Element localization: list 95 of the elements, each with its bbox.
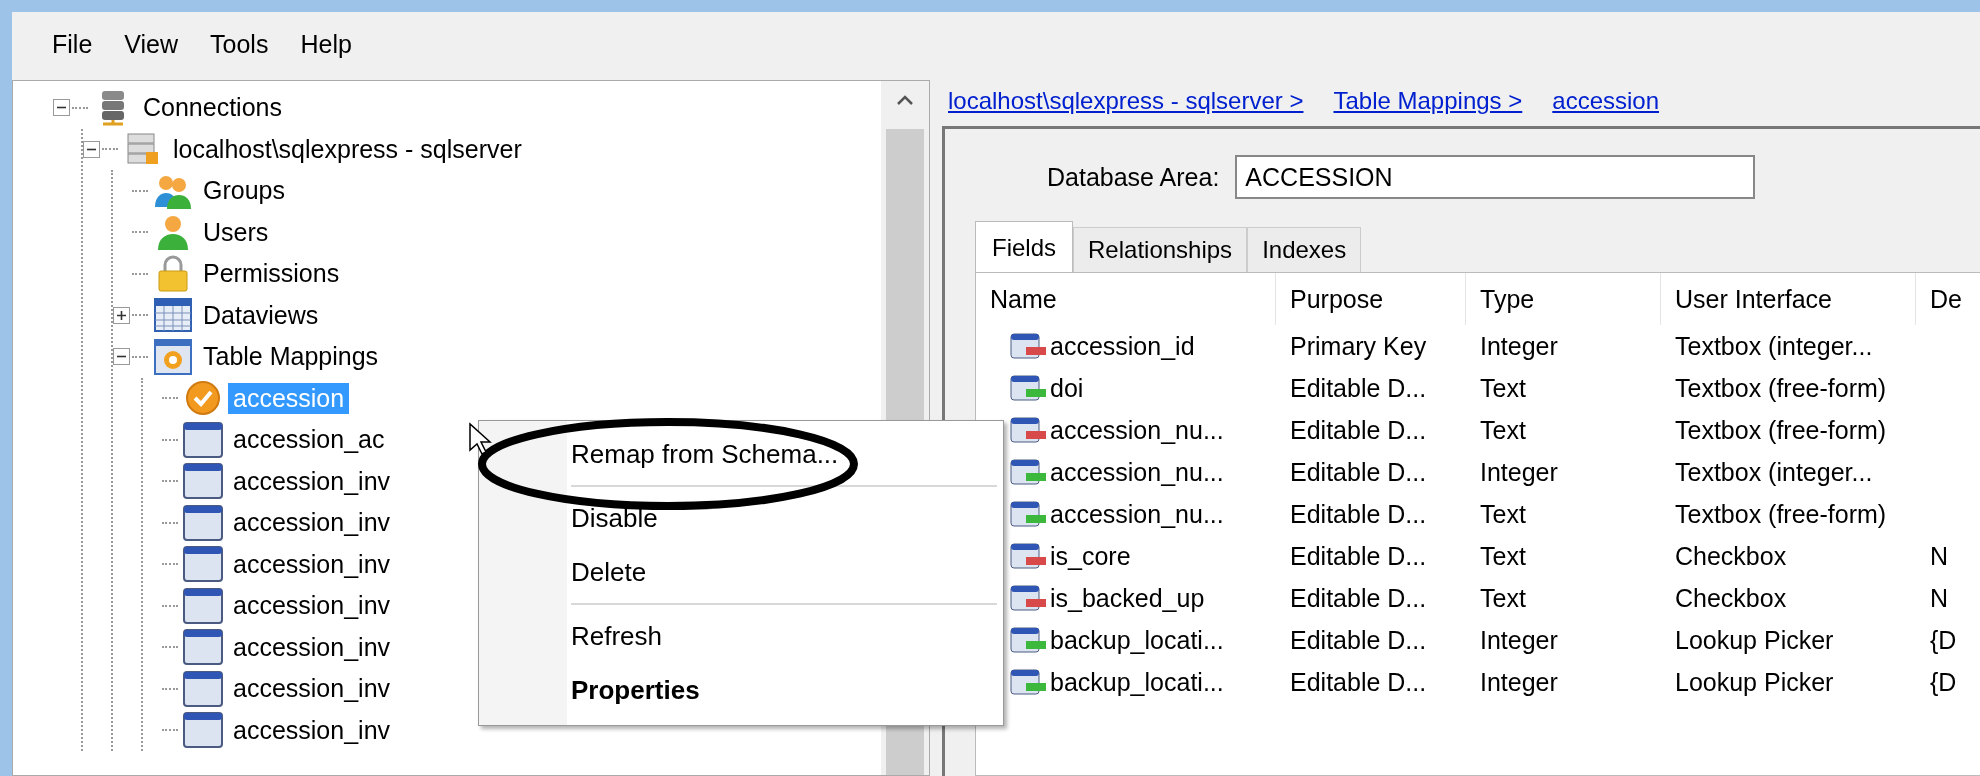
window-icon — [183, 712, 223, 749]
breadcrumb-link[interactable]: Table Mappings > — [1333, 87, 1523, 115]
table-cell-text: Editable D... — [1289, 499, 1428, 529]
tree-item[interactable]: Connections — [138, 92, 287, 124]
tree-item[interactable]: localhost\sqlexpress - sqlserver — [168, 133, 527, 165]
table-cell-text: N — [1929, 541, 1950, 571]
menu-item[interactable]: Delete — [479, 545, 1003, 599]
tree-item[interactable]: accession_ac — [228, 424, 390, 456]
table-cell-text: Textbox (integer... — [1674, 331, 1874, 361]
breadcrumb-link[interactable]: accession — [1552, 87, 1659, 115]
table-cell-text: Lookup Picker — [1674, 625, 1835, 655]
tree-item[interactable]: accession_inv — [228, 590, 396, 622]
checkmark-circle-icon — [185, 380, 221, 417]
tab[interactable]: Relationships — [1073, 227, 1248, 272]
table-cell-text: N — [1929, 583, 1950, 613]
column-header[interactable]: Purpose — [1276, 273, 1466, 325]
table-cell: backup_locati... — [1050, 667, 1224, 697]
table-cell: accession_nu... — [1050, 457, 1224, 487]
table-cell: is_backed_up — [1050, 583, 1205, 613]
table-cell-text: Textbox (free-form) — [1674, 415, 1888, 445]
table-cell-text: Text — [1479, 583, 1527, 613]
table-cell-text: {D — [1929, 667, 1958, 697]
collapse-icon[interactable] — [53, 99, 70, 117]
tab[interactable]: Fields — [975, 221, 1074, 272]
tree-item[interactable]: accession_inv — [228, 507, 396, 539]
table-cell: accession_nu... — [1050, 415, 1224, 445]
table-cell-text: Integer — [1479, 457, 1559, 487]
menu-item[interactable]: Refresh — [479, 609, 1003, 663]
window-icon — [183, 463, 223, 500]
table-cell-text: Text — [1479, 415, 1527, 445]
user-icon — [156, 214, 190, 251]
menu-item[interactable]: File — [42, 23, 115, 65]
scroll-up-icon[interactable] — [895, 93, 915, 107]
table-cell-text: {D — [1929, 625, 1958, 655]
tree-item[interactable]: accession_inv — [228, 465, 396, 497]
table-cell-text: Integer — [1479, 667, 1559, 697]
menu-item[interactable]: View — [114, 23, 201, 65]
table-cell-text: Text — [1479, 373, 1527, 403]
table-cell-text: Textbox (integer... — [1674, 457, 1874, 487]
table-cell-text: Editable D... — [1289, 583, 1428, 613]
table-cell: backup_locati... — [1050, 625, 1224, 655]
tree-item[interactable]: accession_inv — [228, 548, 396, 580]
table-cell-text: Editable D... — [1289, 667, 1428, 697]
expand-icon[interactable] — [113, 306, 130, 324]
database-area-field[interactable]: ACCESSION — [1235, 155, 1756, 199]
table-cell-text: Checkbox — [1674, 541, 1788, 571]
tree-item[interactable]: Permissions — [198, 258, 345, 290]
table-cell-text: Editable D... — [1289, 625, 1428, 655]
table-cell-text: Primary Key — [1289, 331, 1428, 361]
window-icon — [183, 587, 223, 624]
table-cell-text: Integer — [1479, 625, 1559, 655]
table-cell-text: Editable D... — [1289, 457, 1428, 487]
menu-item[interactable]: Disable — [479, 491, 1003, 545]
menu-item[interactable]: Tools — [200, 23, 291, 65]
window-icon — [183, 629, 223, 666]
column-header[interactable]: De — [1916, 273, 1980, 325]
tree-item[interactable]: accession_inv — [228, 631, 396, 663]
breadcrumb-link[interactable]: localhost\sqlexpress - sqlserver > — [948, 87, 1304, 115]
collapse-icon[interactable] — [83, 140, 100, 158]
padlock-icon — [156, 254, 190, 293]
column-header[interactable]: Type — [1466, 273, 1661, 325]
menu-item[interactable]: Help — [290, 23, 374, 65]
grid-icon — [154, 298, 192, 333]
table-cell: is_core — [1050, 541, 1131, 571]
table-cell: accession_id — [1050, 331, 1195, 361]
column-header[interactable]: User Interface — [1661, 273, 1916, 325]
window-icon — [183, 421, 223, 458]
table-cell-text: Checkbox — [1674, 583, 1788, 613]
column-header[interactable]: Name — [976, 273, 1276, 325]
table-cell-text: Textbox (free-form) — [1674, 373, 1888, 403]
table-cell-text: Text — [1479, 499, 1527, 529]
table-cell-text: Editable D... — [1289, 415, 1428, 445]
tree-item[interactable]: Table Mappings — [198, 341, 384, 373]
tab[interactable]: Indexes — [1247, 227, 1362, 272]
window-icon — [183, 670, 223, 707]
server-icon — [126, 132, 160, 167]
menu-item[interactable]: Properties — [479, 663, 1003, 717]
window-icon — [183, 546, 223, 583]
collapse-icon[interactable] — [113, 348, 130, 366]
table-cell-text: Text — [1479, 541, 1527, 571]
tree-item[interactable]: accession_inv — [228, 673, 396, 705]
table-cell-text: Editable D... — [1289, 541, 1428, 571]
gear-icon — [154, 338, 192, 375]
table-cell-text: Editable D... — [1289, 373, 1428, 403]
window-icon — [183, 504, 223, 541]
table-cell-text: Textbox (free-form) — [1674, 499, 1888, 529]
table-cell-text: Integer — [1479, 331, 1559, 361]
field-label: Database Area: — [1047, 162, 1220, 192]
tree-item[interactable]: accession_inv — [228, 714, 396, 746]
table-cell-text: Lookup Picker — [1674, 667, 1835, 697]
table-cell: accession_nu... — [1050, 499, 1224, 529]
table-cell: doi — [1050, 373, 1084, 403]
tree-item[interactable]: Users — [198, 216, 274, 248]
tree-item[interactable]: Dataviews — [198, 299, 324, 331]
tree-item[interactable]: Groups — [198, 175, 290, 207]
